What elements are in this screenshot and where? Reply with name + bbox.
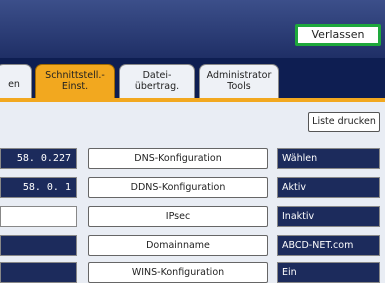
ipsec-button[interactable]: IPsec (88, 206, 268, 227)
subnet-mask-value: 58. 0. 1 (0, 177, 77, 198)
ddns-configuration-button[interactable]: DDNS-Konfiguration (88, 177, 268, 198)
tab-file-transfer[interactable]: Datei- übertrag. (119, 64, 195, 98)
domain-name-value: ABCD-NET.com (277, 235, 380, 256)
empty-field-button[interactable] (0, 206, 77, 227)
tab-interface-settings-label-1: Schnittstell.- (45, 70, 105, 81)
ip-address-value: 58. 0.227 (0, 148, 77, 169)
left-field-4 (0, 235, 77, 256)
tab-file-transfer-label-1: Datei- (142, 70, 172, 81)
print-list-button[interactable]: Liste drucken (308, 112, 380, 132)
tab-file-transfer-label-2: übertrag. (134, 81, 180, 92)
ipsec-value: Inaktiv (277, 206, 380, 227)
domain-name-button[interactable]: Domainname (88, 235, 268, 256)
tab-interface-settings[interactable]: Schnittstell.- Einst. (35, 64, 115, 98)
dns-configuration-button[interactable]: DNS-Konfiguration (88, 148, 268, 169)
tab-administrator-tools[interactable]: Administrator Tools (199, 64, 279, 98)
active-tab-strip (0, 98, 385, 102)
tab-administrator-tools-label-1: Administrator (206, 70, 272, 81)
tab-partial[interactable]: en (0, 64, 32, 98)
tab-partial-label: en (8, 79, 20, 90)
dns-configuration-value: Wählen (277, 148, 380, 169)
ddns-configuration-value: Aktiv (277, 177, 380, 198)
tab-administrator-tools-label-2: Tools (227, 81, 251, 92)
tab-interface-settings-label-2: Einst. (61, 81, 89, 92)
exit-button[interactable]: Verlassen (295, 24, 381, 46)
